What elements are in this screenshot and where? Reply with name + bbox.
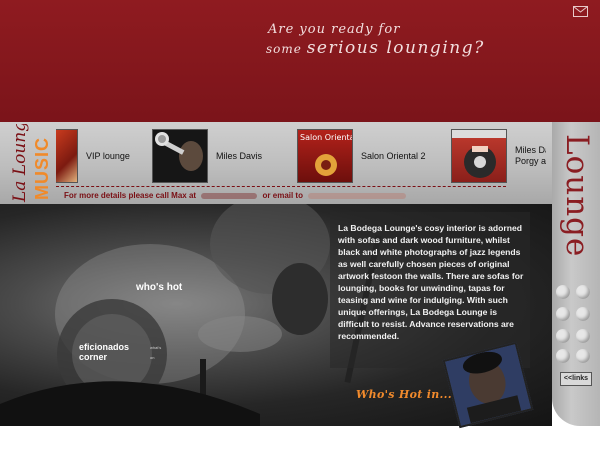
corner-sub-label: what's on bbox=[150, 345, 162, 360]
music-item-vip-lounge[interactable]: VIP lounge bbox=[56, 128, 130, 184]
album-cover-icon: Salon Oriental 2 bbox=[297, 129, 353, 183]
music-item-label-line-2: Porgy a bbox=[515, 156, 546, 166]
nav-dot[interactable] bbox=[576, 329, 590, 343]
tagline-line-2-big: serious lounging? bbox=[306, 38, 485, 58]
header-banner: Are you ready for some serious lounging? bbox=[0, 0, 600, 122]
nav-dot[interactable] bbox=[576, 307, 590, 321]
nav-dot[interactable] bbox=[556, 349, 570, 363]
music-item-label: Miles Da Porgy a bbox=[515, 145, 546, 167]
contact-middle: or email to bbox=[262, 191, 303, 200]
nav-dot[interactable] bbox=[576, 349, 590, 363]
nav-dot[interactable] bbox=[556, 285, 570, 299]
eficionados-corner-link[interactable]: eficionados corner what's on bbox=[79, 342, 161, 362]
links-button[interactable]: <<links bbox=[560, 372, 592, 386]
music-item-label: Miles Davis bbox=[216, 150, 263, 161]
brand-name-text: La Lounge bbox=[10, 124, 30, 203]
contact-prefix: For more details please call Max at bbox=[64, 191, 197, 200]
brand-logo[interactable]: La Lounge MUSIC bbox=[3, 124, 55, 204]
redacted-email-link[interactable] bbox=[308, 192, 407, 199]
music-item-label: Salon Oriental 2 bbox=[361, 150, 426, 161]
album-cover-icon bbox=[56, 129, 78, 183]
whos-hot-banner[interactable]: Who's Hot in... bbox=[356, 388, 452, 401]
nav-dot[interactable] bbox=[556, 329, 570, 343]
tagline: Are you ready for some serious lounging? bbox=[266, 22, 485, 58]
music-carousel: VIP lounge Miles Davis Salon Oriental 2 bbox=[56, 124, 546, 184]
music-item-salon-oriental[interactable]: Salon Oriental 2 Salon Oriental 2 bbox=[297, 128, 426, 184]
album-cover-icon bbox=[451, 129, 507, 183]
music-item-label-line-1: Miles Da bbox=[515, 145, 546, 155]
lounge-logo: Lounge bbox=[559, 134, 595, 257]
envelope-icon[interactable] bbox=[573, 6, 588, 17]
music-item-miles-davis-porgy[interactable]: Miles Da Porgy a bbox=[451, 128, 546, 184]
corner-line-1: eficionados bbox=[79, 342, 130, 352]
nav-dot[interactable] bbox=[556, 307, 570, 321]
lounge-logo-text: Lounge bbox=[559, 134, 595, 257]
tagline-line-1: Are you ready for bbox=[268, 22, 401, 37]
tagline-line-2-small: some bbox=[266, 42, 302, 56]
music-item-miles-davis[interactable]: Miles Davis bbox=[152, 128, 262, 184]
corner-line-2: corner bbox=[79, 352, 108, 362]
brand-section-text: MUSIC bbox=[32, 137, 52, 200]
redacted-phone bbox=[201, 192, 258, 199]
divider bbox=[56, 186, 506, 187]
nav-dot[interactable] bbox=[576, 285, 590, 299]
music-item-label: VIP lounge bbox=[86, 150, 130, 161]
whos-hot-link[interactable]: who's hot bbox=[136, 282, 182, 293]
contact-line: For more details please call Max at or e… bbox=[64, 191, 409, 200]
page: Are you ready for some serious lounging?… bbox=[0, 0, 600, 450]
tagline-line-2: some serious lounging? bbox=[266, 38, 485, 58]
description-text: La Bodega Lounge's cosy interior is ador… bbox=[338, 223, 524, 341]
album-cover-icon bbox=[152, 129, 208, 183]
